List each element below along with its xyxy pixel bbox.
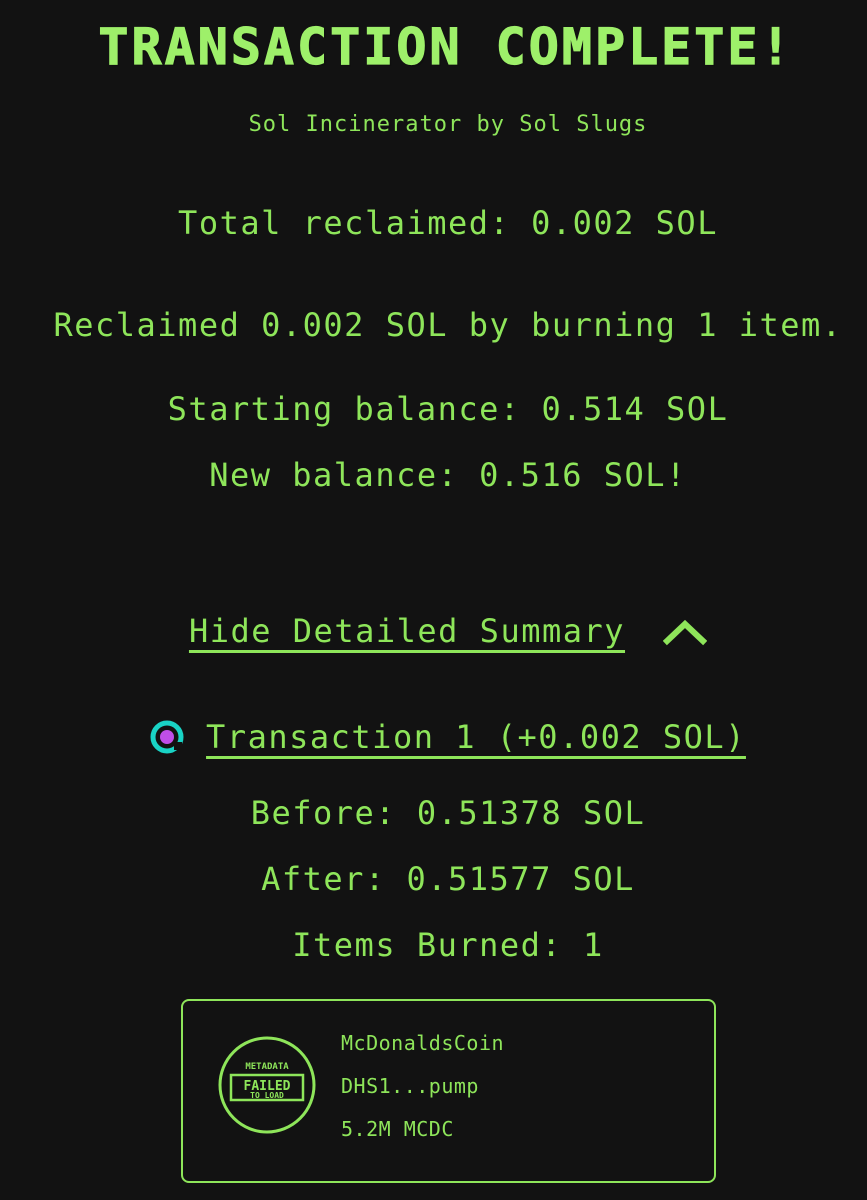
after-balance-text: After: 0.51577 SOL	[261, 860, 635, 898]
to-load-label: TO LOAD	[250, 1091, 284, 1100]
metadata-label: METADATA	[245, 1062, 289, 1072]
token-amount: 5.2M MCDC	[341, 1117, 454, 1141]
burned-item-card: METADATA FAILED TO LOAD McDonaldsCoin DH…	[181, 999, 716, 1183]
token-address: DHS1...pump	[341, 1074, 479, 1098]
app-subtitle: Sol Incinerator by Sol Slugs	[248, 112, 648, 137]
new-balance-text: New balance: 0.516 SOL!	[209, 456, 687, 494]
before-balance-text: Before: 0.51378 SOL	[250, 794, 646, 832]
token-image-placeholder: METADATA FAILED TO LOAD	[217, 1035, 317, 1135]
page-title: TRANSACTION COMPLETE!	[98, 17, 794, 76]
transaction-link[interactable]: Transaction 1 (+0.002 SOL)	[206, 718, 746, 756]
items-burned-text: Items Burned: 1	[292, 926, 604, 964]
token-name: McDonaldsCoin	[341, 1031, 505, 1055]
hide-detailed-summary-link[interactable]: Hide Detailed Summary	[189, 612, 625, 650]
reclaimed-message-text: Reclaimed 0.002 SOL by burning 1 item.	[53, 306, 843, 344]
total-reclaimed-text: Total reclaimed: 0.002 SOL	[178, 204, 718, 242]
transaction-row: Transaction 1 (+0.002 SOL)	[0, 718, 867, 756]
starting-balance-text: Starting balance: 0.514 SOL	[167, 390, 729, 428]
details-toggle[interactable]: Hide Detailed Summary	[0, 612, 867, 650]
chevron-up-icon[interactable]	[662, 616, 708, 646]
solscan-icon[interactable]	[150, 720, 184, 754]
